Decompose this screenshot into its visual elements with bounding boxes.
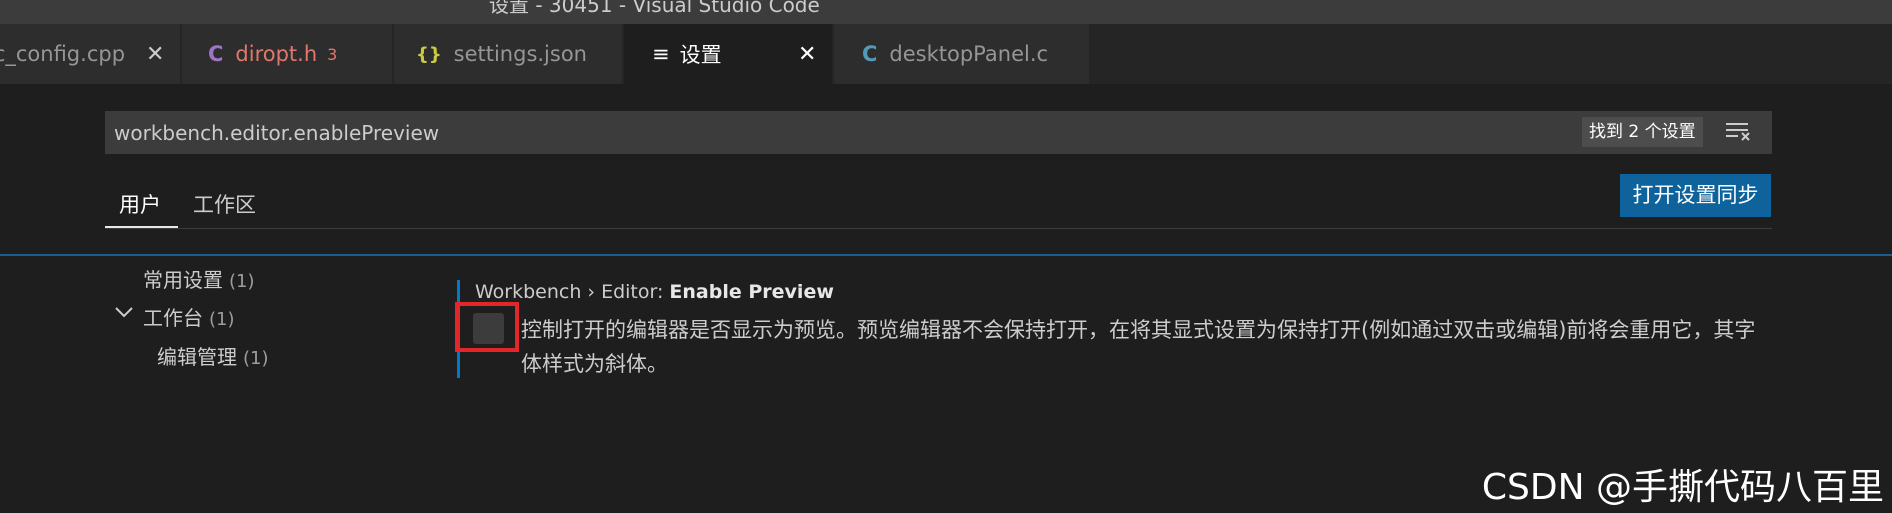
problem-count-badge: 3 <box>327 44 338 64</box>
tab-label: ic_config.cpp <box>0 42 126 66</box>
tab-user-settings[interactable]: 用户 <box>119 189 161 219</box>
toc-item-count: (1) <box>229 271 255 292</box>
setting-name: Enable Preview <box>669 281 834 303</box>
header-divider <box>0 254 1892 256</box>
editor-tab-bar: ic_config.cpp ✕ C diropt.h 3 {} settings… <box>0 24 1892 84</box>
tab-ic-config-cpp[interactable]: ic_config.cpp ✕ <box>0 24 181 84</box>
c-file-icon: C <box>208 42 224 66</box>
close-icon[interactable]: ✕ <box>798 42 816 67</box>
json-file-icon: {} <box>416 43 442 65</box>
tab-settings-json[interactable]: {} settings.json <box>394 24 623 84</box>
toc-item-count: (1) <box>209 309 235 330</box>
tab-diropt-h[interactable]: C diropt.h 3 <box>182 24 393 84</box>
close-icon[interactable]: ✕ <box>146 42 164 67</box>
tab-settings-editor[interactable]: ≡ 设置 ✕ <box>624 24 833 84</box>
clear-filter-icon[interactable] <box>1724 119 1752 145</box>
window-title: 设置 - 30451 - Visual Studio Code <box>489 0 820 17</box>
c-file-icon: C <box>862 42 878 66</box>
tab-label: 设置 <box>679 43 722 67</box>
toc-item-workbench[interactable]: 工作台 (1) <box>143 302 235 331</box>
tab-label: settings.json <box>453 42 587 66</box>
search-result-count: 找到 2 个设置 <box>1582 117 1703 147</box>
chevron-down-icon[interactable] <box>113 304 135 320</box>
annotation-highlight-box <box>455 302 519 352</box>
turn-on-settings-sync-button[interactable]: 打开设置同步 <box>1620 174 1771 217</box>
setting-description: 控制打开的编辑器是否显示为预览。预览编辑器不会保持打开，在将其显式设置为保持打开… <box>521 318 1756 376</box>
toc-item-label: 编辑管理 <box>157 345 237 369</box>
setting-category: Workbench › Editor: <box>475 281 670 303</box>
title-bar: 设置 - 30451 - Visual Studio Code <box>0 0 1892 24</box>
toc-item-label: 常用设置 <box>143 268 223 292</box>
settings-editor-icon: ≡ <box>652 42 670 66</box>
watermark: CSDN @手撕代码八百里 <box>1481 467 1884 508</box>
search-input[interactable]: workbench.editor.enablePreview <box>114 121 439 145</box>
tab-desktoppanel-c[interactable]: C desktopPanel.c <box>834 24 1090 84</box>
toc-item-editor-management[interactable]: 编辑管理 (1) <box>157 341 269 370</box>
tab-label: desktopPanel.c <box>889 42 1049 66</box>
scope-tab-divider <box>105 228 1772 229</box>
tab-label: diropt.h <box>235 42 318 66</box>
toc-item-count: (1) <box>243 348 269 369</box>
toc-item-label: 工作台 <box>143 306 203 330</box>
settings-search-box[interactable]: workbench.editor.enablePreview 找到 2 个设置 <box>105 111 1772 154</box>
toc-item-commonly-used[interactable]: 常用设置 (1) <box>143 264 255 293</box>
setting-title: Workbench › Editor: Enable Preview <box>475 281 834 303</box>
tab-workspace-settings[interactable]: 工作区 <box>193 189 256 219</box>
